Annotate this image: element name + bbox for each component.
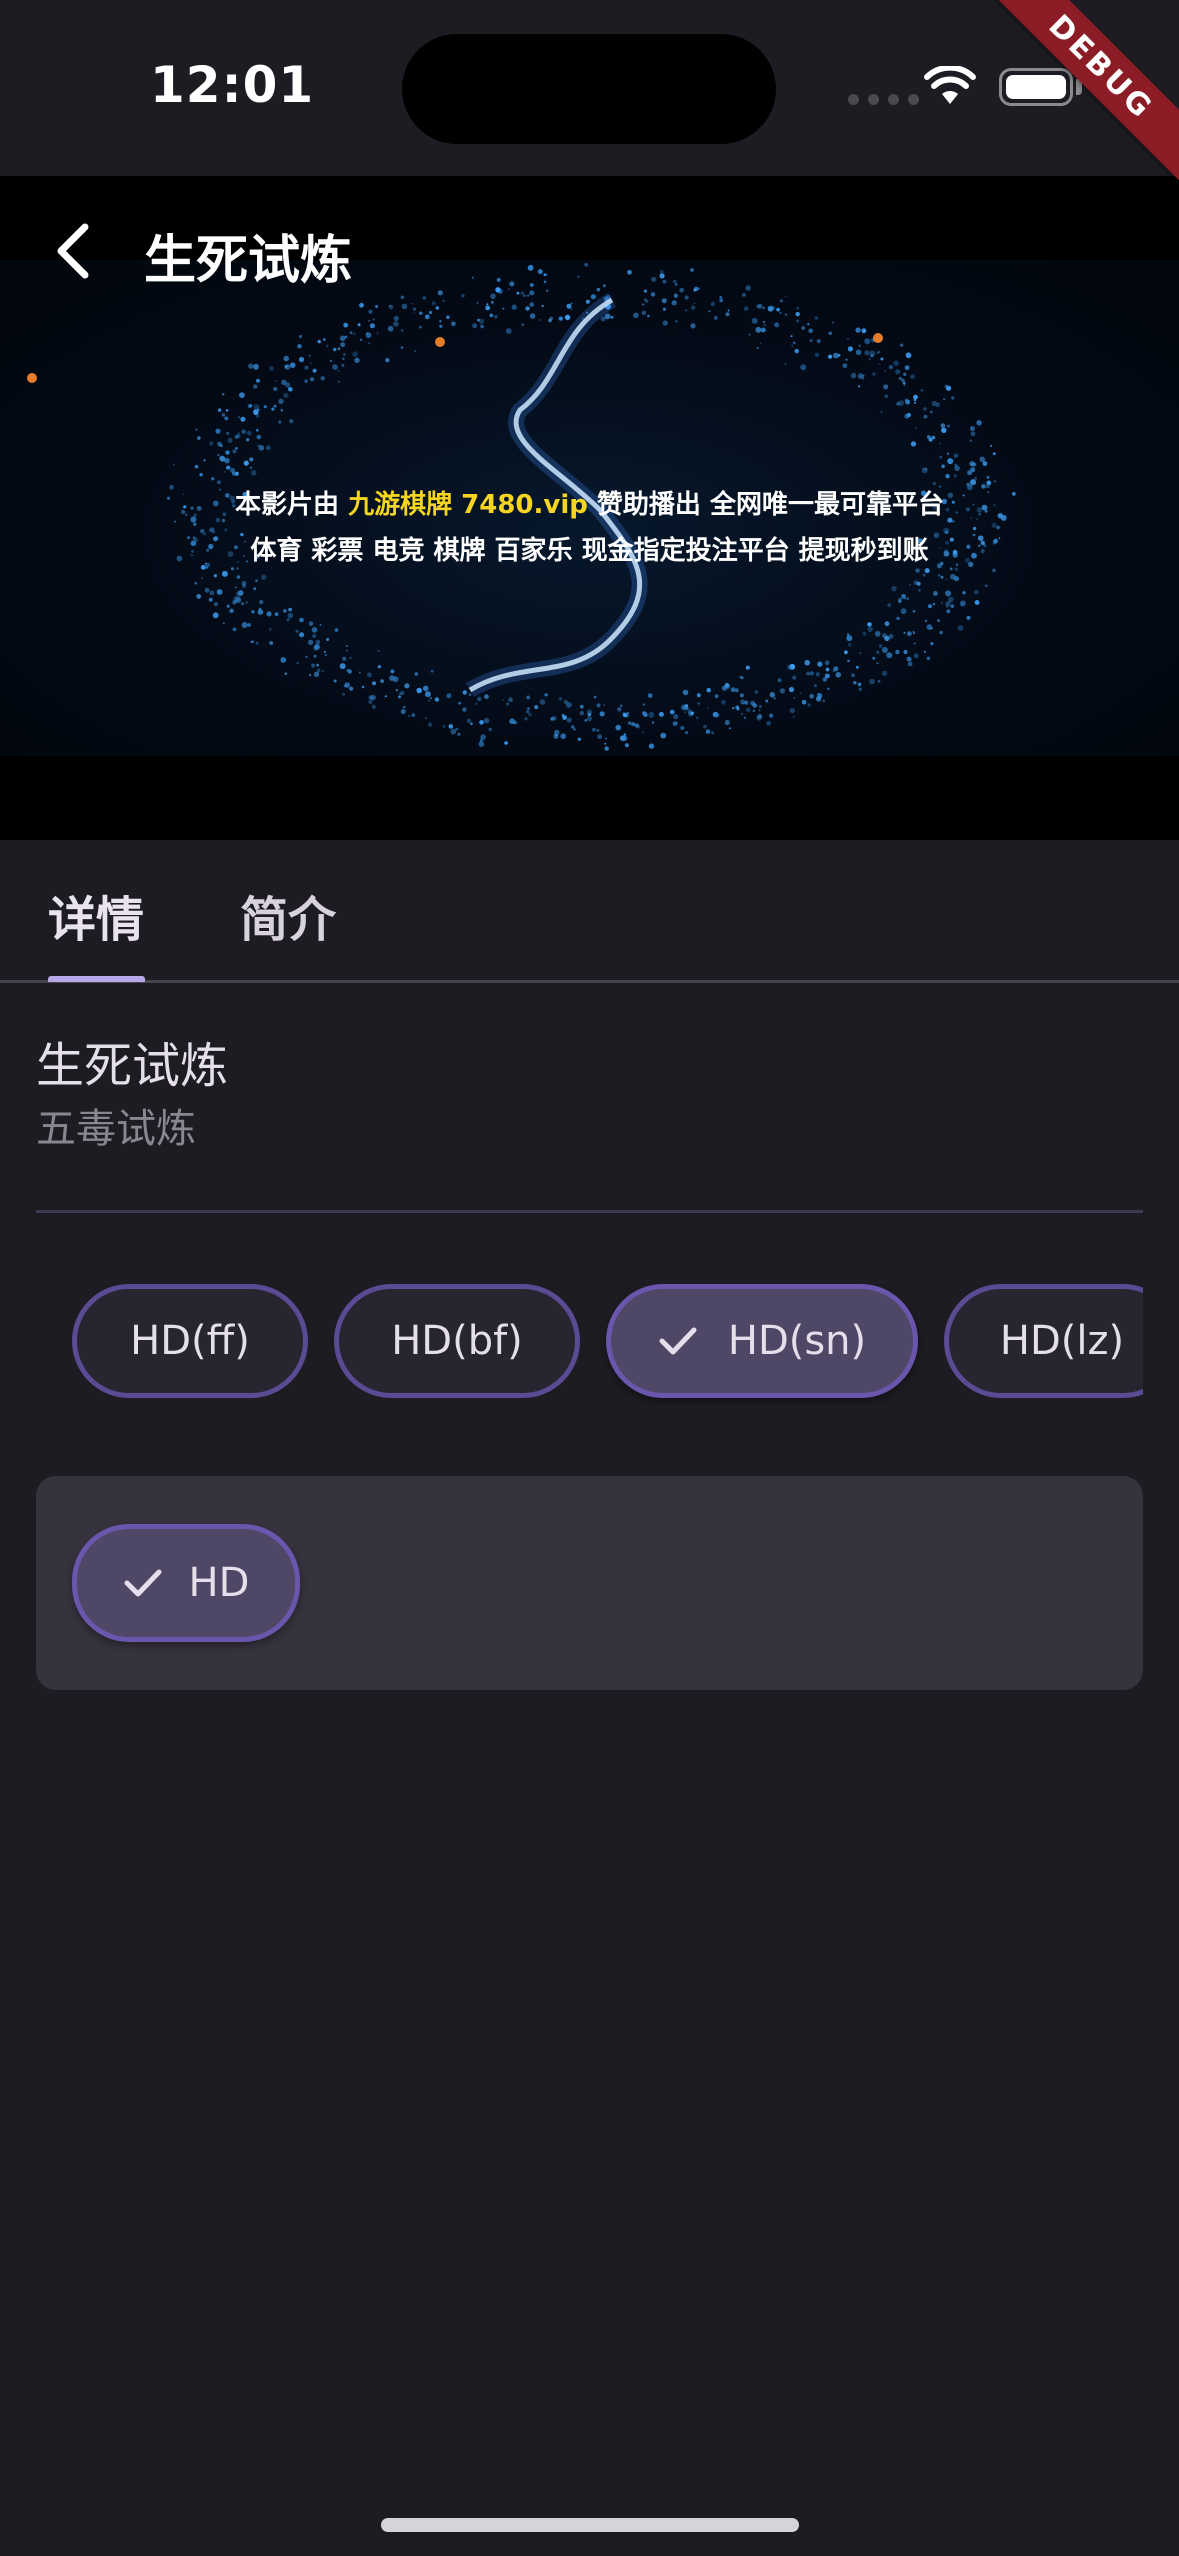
battery-icon [999,68,1073,106]
source-chip-sn[interactable]: HD(sn) [606,1284,918,1398]
tab-details[interactable]: 详情 [48,880,144,950]
tab-divider [0,980,1179,983]
chip-label: HD(ff) [130,1318,250,1364]
sponsor-overlay-line-1: 本影片由 九游棋牌 7480.vip 赞助播出 全网唯一最可靠平台 [235,490,944,520]
cellular-signal-icon [848,94,919,105]
arrow-back-icon [57,223,89,279]
tab-intro[interactable]: 简介 [240,880,336,950]
back-button[interactable] [40,218,106,284]
check-icon [658,1326,698,1356]
app-bar: 生死试炼 [0,176,1179,324]
tab-indicator [48,976,145,982]
page-title: 生死试炼 [144,231,353,291]
dynamic-island [402,34,776,144]
chip-label: HD(bf) [391,1318,523,1364]
chip-label: HD(sn) [727,1318,867,1364]
home-indicator [381,2518,799,2532]
check-icon [123,1568,163,1598]
source-chip-ff[interactable]: HD(ff) [72,1284,308,1398]
status-bar: 12:01 [0,0,1179,176]
sponsor-overlay-line-2: 体育 彩票 电竞 棋牌 百家乐 现金指定投注平台 提现秒到账 [250,536,929,566]
episode-chip-hd[interactable]: HD [72,1524,300,1642]
status-time: 12:01 [150,56,315,114]
episode-panel: HD [36,1476,1143,1690]
sponsor-highlight: 九游棋牌 7480.vip [348,490,588,520]
movie-subtitle: 五毒试炼 [36,1106,196,1152]
chip-label: HD(lz) [999,1318,1125,1364]
movie-title: 生死试炼 [36,1038,229,1094]
info-divider [36,1210,1143,1213]
source-chip-lz[interactable]: HD(lz) [944,1284,1143,1398]
chip-label: HD [188,1560,250,1606]
wifi-icon [924,66,976,104]
tab-bar: 详情 简介 [0,840,1179,984]
source-chip-bf[interactable]: HD(bf) [334,1284,580,1398]
source-chip-list[interactable]: HD(ff) HD(bf) HD(sn) HD(lz) [36,1284,1143,1404]
video-frame[interactable]: 本影片由 九游棋牌 7480.vip 赞助播出 全网唯一最可靠平台 体育 彩票 … [0,260,1179,756]
